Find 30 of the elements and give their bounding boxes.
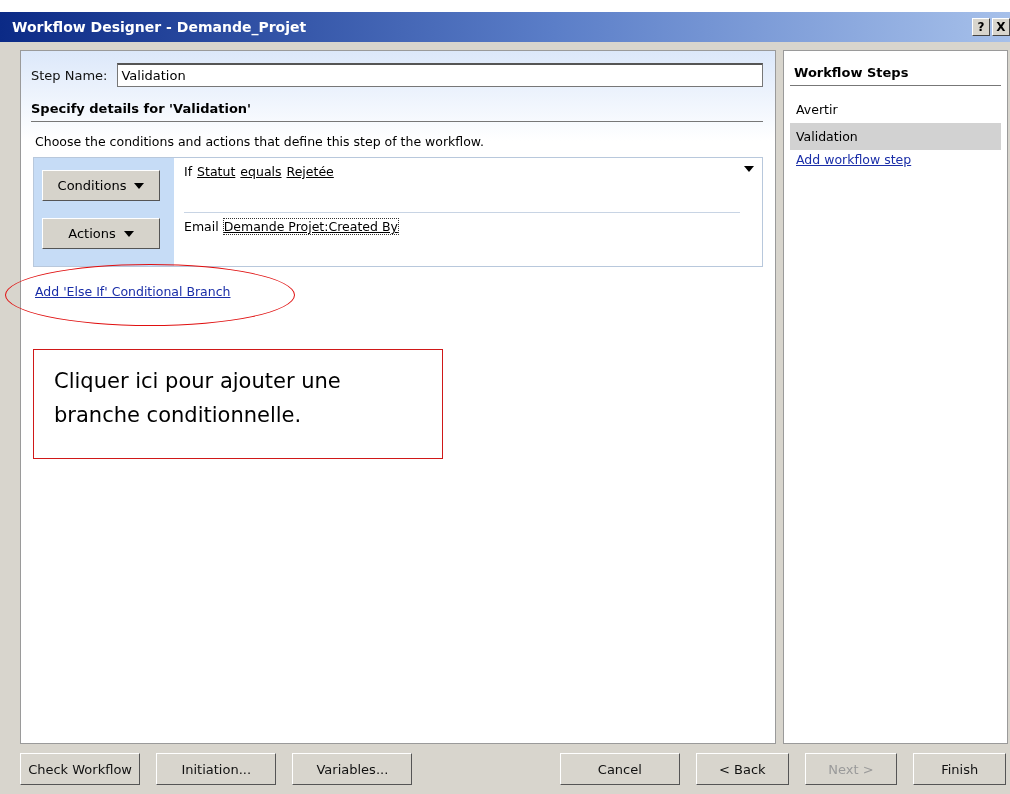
action-link[interactable]: Demande Projet:Created By — [223, 219, 398, 234]
caret-icon — [134, 182, 145, 189]
else-if-link[interactable]: Add 'Else If' Conditional Branch — [35, 284, 231, 299]
condition-link[interactable]: Statut — [197, 164, 236, 179]
help-button[interactable]: ? — [972, 18, 990, 36]
condition-link[interactable]: equals — [240, 164, 282, 179]
add-step-link[interactable]: Add workflow step — [796, 152, 912, 167]
details-heading: Specify details for 'Validation' — [31, 101, 763, 122]
dropdown-arrow-icon[interactable] — [744, 166, 754, 172]
footer-button[interactable]: Finish — [913, 753, 1007, 785]
condition-text: If — [184, 164, 193, 179]
actions-button[interactable]: Actions — [42, 218, 160, 249]
footer-button[interactable]: Check Workflow — [20, 753, 141, 785]
footer-button[interactable]: < Back — [695, 753, 789, 785]
action-text: Email — [184, 219, 219, 234]
footer-button[interactable]: Cancel — [559, 753, 680, 785]
window-title: Workflow Designer - Demande_Projet — [12, 19, 307, 35]
annotation-note: Cliquer ici pour ajouter une branche conditionnelle. — [33, 349, 443, 459]
details-description: Choose the conditions and actions that define this step of the workflow. — [35, 134, 485, 149]
step-item[interactable]: Avertir — [790, 96, 1001, 123]
condition-link[interactable]: Rejetée — [286, 164, 334, 179]
footer-button[interactable]: Variables... — [292, 753, 413, 785]
close-button[interactable]: X — [992, 18, 1010, 36]
footer-button[interactable]: Initiation... — [156, 753, 277, 785]
step-name-label: Step Name: — [31, 67, 108, 83]
step-item[interactable]: Validation — [790, 123, 1001, 150]
caret-icon — [123, 230, 134, 237]
steps-title: Workflow Steps — [790, 65, 1001, 86]
step-name-field[interactable]: Validation — [117, 63, 763, 87]
conditions-button[interactable]: Conditions — [42, 170, 160, 201]
